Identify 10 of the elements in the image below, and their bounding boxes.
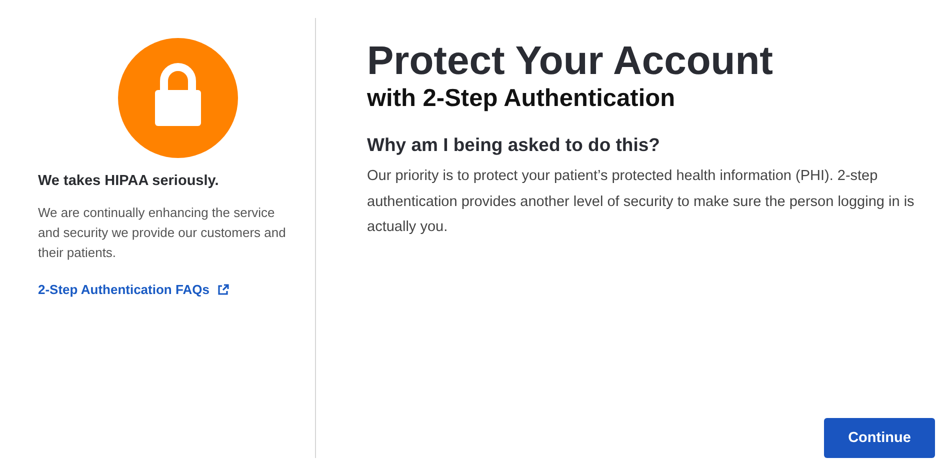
lock-icon (118, 38, 238, 158)
sidebar-text: We are continually enhancing the service and security we provide our customers and their patients. (38, 204, 287, 262)
sidebar-heading: We takes HIPAA seriously. (38, 173, 220, 189)
explanation-text: Our priority is to protect your patient’s protected health information (PHI). 2-step authentication provides another level of security to make sure the person logging in is actually you. (367, 167, 916, 237)
faq-link[interactable]: 2-Step Authentication FAQs (38, 282, 230, 297)
page-title: Protect Your Account (367, 38, 774, 84)
continue-button[interactable]: Continue (824, 418, 935, 458)
external-link-icon (217, 284, 230, 296)
question-heading: Why am I being asked to do this? (367, 134, 661, 156)
page-subtitle: with 2-Step Authentication (367, 84, 676, 114)
